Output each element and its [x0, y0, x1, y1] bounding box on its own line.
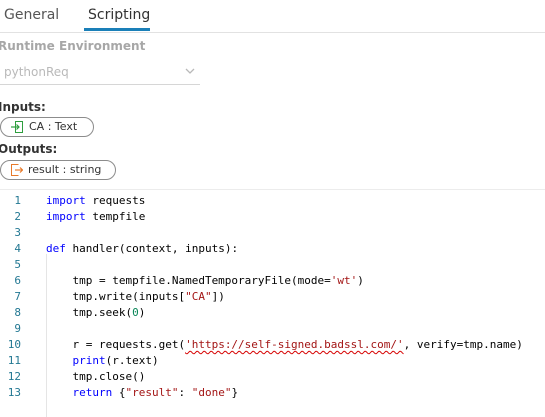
code-line[interactable]: 11 print(r.text) [0, 353, 545, 369]
code-token: 0 [132, 306, 139, 319]
code-line[interactable]: 5 [0, 257, 545, 273]
code-text: import tempfile [46, 209, 145, 225]
output-pill-result[interactable]: result : string [0, 160, 116, 180]
line-number: 1 [14, 194, 21, 207]
code-token: tempfile [85, 210, 146, 223]
code-text: tmp = tempfile.NamedTemporaryFile(mode='… [46, 273, 364, 289]
code-token: tmp.close() [46, 370, 146, 383]
code-token: r = requests.get( [46, 338, 186, 351]
code-text: print(r.text) [46, 353, 159, 369]
code-text: tmp.close() [46, 369, 145, 385]
output-pill-label: result : string [28, 163, 102, 176]
code-line[interactable]: 8 tmp.seek(0) [0, 305, 545, 321]
code-token: , verify=tmp.name) [403, 338, 523, 351]
code-token: import [46, 194, 86, 207]
code-token: } [231, 386, 239, 399]
code-token: import [46, 210, 86, 223]
code-line[interactable]: 12 tmp.close() [0, 369, 545, 385]
code-token: : [178, 386, 192, 399]
chevron-down-icon [185, 68, 195, 74]
runtime-environment-value: pythonReq [4, 65, 69, 79]
outputs-label: Outputs: [0, 142, 58, 156]
code-token: ]) [211, 290, 225, 303]
code-line[interactable]: 13 return {"result": "done"} [0, 385, 545, 401]
code-token: handler(context, inputs): [65, 242, 239, 255]
code-token: "done" [191, 386, 232, 399]
line-number: 12 [7, 370, 21, 383]
code-token: ) [357, 274, 364, 287]
code-token: print [72, 354, 106, 367]
code-token: tmp.write(inputs[ [46, 290, 186, 303]
line-number: 2 [14, 210, 21, 223]
output-arrow-icon [11, 164, 23, 176]
tab-bar: General Scripting [0, 0, 545, 33]
code-line[interactable]: 9 [0, 321, 545, 337]
scripting-panel: General Scripting Runtime Environment py… [0, 0, 545, 417]
code-editor[interactable]: 1 import requests 2 import tempfile 3 4 def ha… [0, 189, 545, 417]
code-line[interactable]: 2 import tempfile [0, 209, 545, 225]
runtime-environment-select[interactable]: pythonReq [0, 60, 200, 85]
code-line[interactable]: 1 import requests [0, 193, 545, 209]
line-number: 8 [14, 306, 21, 319]
code-line[interactable]: 3 [0, 225, 545, 241]
code-text: return {"result": "done"} [46, 385, 239, 401]
code-token: ) [138, 306, 146, 319]
line-number: 11 [7, 354, 21, 367]
input-arrow-icon [11, 121, 23, 133]
line-number: 5 [14, 258, 21, 271]
code-token: 'wt' [330, 274, 358, 287]
line-number: 3 [14, 226, 21, 239]
line-number: 10 [7, 338, 21, 351]
line-number: 9 [14, 322, 21, 335]
line-number: 6 [14, 274, 21, 287]
code-line[interactable]: 7 tmp.write(inputs["CA"]) [0, 289, 545, 305]
input-pill-ca[interactable]: CA : Text [0, 117, 94, 137]
runtime-environment-label: Runtime Environment [0, 39, 146, 53]
code-token: tmp = tempfile.NamedTemporaryFile(mode= [46, 274, 331, 287]
code-line[interactable]: 10 r = requests.get('https://self-signed… [0, 337, 545, 353]
line-number: 7 [14, 290, 21, 303]
input-pill-label: CA : Text [29, 120, 78, 133]
tab-general[interactable]: General [4, 0, 59, 32]
code-token: 'https://self-signed.badssl.com/' [185, 338, 404, 351]
code-line[interactable]: 6 tmp = tempfile.NamedTemporaryFile(mode… [0, 273, 545, 289]
code-text: def handler(context, inputs): [46, 241, 238, 257]
code-text: tmp.seek(0) [46, 305, 145, 321]
active-tab-indicator [84, 28, 150, 31]
code-text: r = requests.get('https://self-signed.ba… [46, 337, 523, 353]
inputs-label: Inputs: [0, 100, 46, 114]
line-number: 4 [14, 242, 21, 255]
code-line[interactable]: 4 def handler(context, inputs): [0, 241, 545, 257]
code-token: def [46, 242, 66, 255]
code-token: { [112, 386, 126, 399]
code-text: tmp.write(inputs["CA"]) [46, 289, 225, 305]
code-token: tmp.seek( [46, 306, 133, 319]
code-token: "result" [125, 386, 179, 399]
code-token: return [72, 386, 113, 399]
code-token: requests [85, 194, 146, 207]
code-token: (r.text) [105, 354, 159, 367]
code-text: import requests [46, 193, 145, 209]
code-token: "CA" [185, 290, 212, 303]
line-number: 13 [7, 386, 21, 399]
